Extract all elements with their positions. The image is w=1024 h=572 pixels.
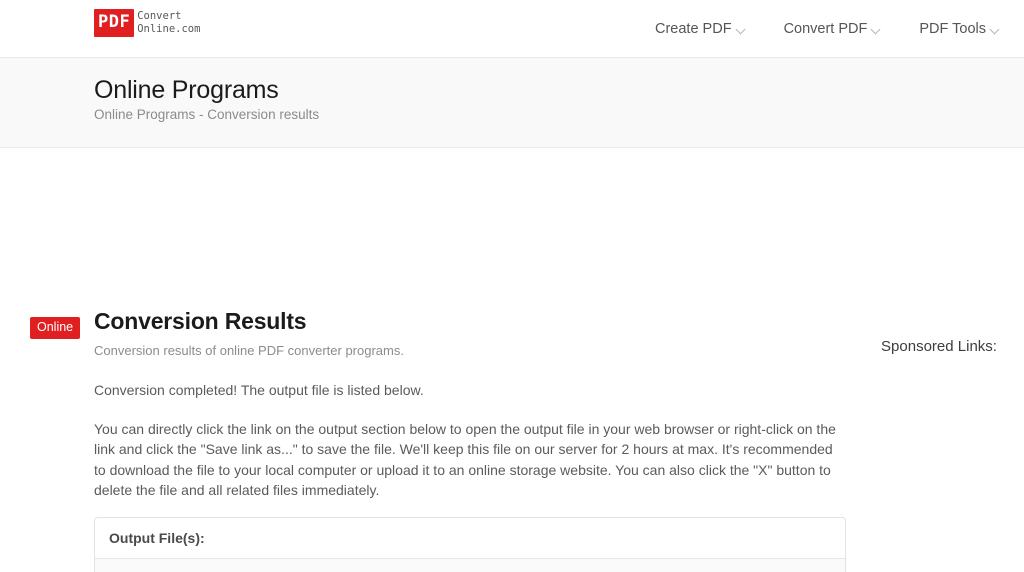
nav-item-label: Create PDF xyxy=(655,21,732,37)
chevron-down-icon xyxy=(872,26,881,35)
nav-item-label: Convert PDF xyxy=(783,21,868,37)
logo-wordmark: Convert Online.com xyxy=(137,10,200,36)
content-column: Conversion Results Conversion results of… xyxy=(94,308,846,572)
sponsored-links-label: Sponsored Links: xyxy=(881,338,997,355)
chevron-down-icon xyxy=(737,26,746,35)
nav-item-create-pdf[interactable]: Create PDF xyxy=(655,21,746,37)
logo-line-1: Convert xyxy=(137,10,182,22)
page-header-band: Online Programs Online Programs - Conver… xyxy=(0,58,1024,148)
chevron-down-icon xyxy=(991,26,1000,35)
logo-line-2: Online.com xyxy=(137,23,201,35)
instructions-text: You can directly click the link on the o… xyxy=(94,420,836,499)
output-files-header: Output File(s): xyxy=(95,517,845,559)
main-navigation: Create PDF Convert PDF PDF Tools xyxy=(655,0,1000,58)
nav-item-label: PDF Tools xyxy=(919,21,986,37)
site-logo[interactable]: PDF Convert Online.com xyxy=(94,9,200,37)
logo-pdf-badge: PDF xyxy=(94,9,135,37)
output-files-panel: Output File(s): › twtqe-nk913.zip ✖ xyxy=(94,516,846,572)
page-title: Online Programs xyxy=(94,76,279,104)
nav-item-convert-pdf[interactable]: Convert PDF xyxy=(784,21,882,37)
status-badge: Online xyxy=(30,317,81,339)
output-file-row: › twtqe-nk913.zip ✖ xyxy=(95,558,845,572)
section-heading: Conversion Results xyxy=(94,308,307,334)
breadcrumb: Online Programs - Conversion results xyxy=(94,107,320,122)
site-header: PDF Convert Online.com Create PDF Convert… xyxy=(0,0,1024,58)
conversion-status-text: Conversion completed! The output file is… xyxy=(94,382,424,398)
nav-item-pdf-tools[interactable]: PDF Tools xyxy=(919,21,1000,37)
main-content: Online Sponsored Links: Conversion Resul… xyxy=(0,148,1024,572)
section-subheading: Conversion results of online PDF convert… xyxy=(94,343,404,358)
